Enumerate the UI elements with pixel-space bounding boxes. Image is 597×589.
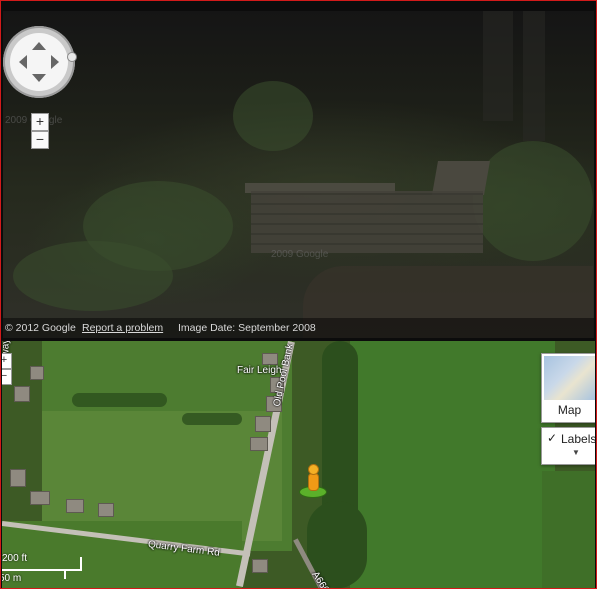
scale-meters: 50 m (2, 573, 22, 584)
chevron-down-icon[interactable]: ▼ (572, 448, 580, 457)
pegman-icon[interactable] (299, 464, 327, 498)
tree-trunk (483, 11, 513, 121)
building (30, 491, 50, 505)
field (542, 471, 595, 588)
street-view-zoom-out-button[interactable]: − (31, 131, 49, 149)
building (98, 503, 114, 517)
map-panel[interactable]: Old Pool Bank Fair Leigh Quarry Farm Rd … (2, 341, 595, 588)
map-type-label: Map (557, 403, 582, 417)
undergrowth (13, 241, 173, 311)
window-frame: 2009 Google 2009 Google + − © 2012 Googl… (0, 0, 597, 589)
street-view-zoom-in-button[interactable]: + (31, 113, 49, 131)
fern-foliage (233, 81, 313, 151)
copyright-text: © 2012 Google (5, 322, 76, 334)
checkmark-icon[interactable]: ✓ (547, 431, 557, 445)
building (255, 416, 271, 432)
hedge (182, 413, 242, 425)
pan-left-icon[interactable] (19, 55, 27, 69)
building (66, 499, 84, 513)
place-label-fair-leigh: Fair Leigh (237, 365, 282, 376)
hedge (72, 393, 167, 407)
street-view-panel[interactable]: 2009 Google 2009 Google + − © 2012 Googl… (3, 11, 594, 338)
map-scale: 200 ft 50 m (2, 551, 102, 587)
stone-wall (245, 161, 490, 253)
tree-trunk (523, 11, 545, 141)
map-zoom-out-button[interactable]: − (2, 369, 12, 385)
watermark: 2009 Google (271, 249, 329, 260)
pan-up-icon[interactable] (32, 42, 46, 50)
image-date-text: Image Date: September 2008 (178, 322, 316, 334)
map-thumbnail-icon (544, 356, 595, 400)
rotate-handle-icon[interactable] (67, 52, 77, 62)
pan-down-icon[interactable] (32, 74, 46, 82)
map-zoom-in-button[interactable]: + (2, 353, 12, 369)
street-view-footer: © 2012 Google Report a problem Image Dat… (3, 318, 594, 338)
report-problem-link[interactable]: Report a problem (82, 322, 163, 334)
building (30, 366, 44, 380)
map-type-button[interactable]: Map (541, 353, 595, 423)
building (252, 559, 268, 573)
pan-control-icon[interactable] (10, 33, 68, 91)
pan-control[interactable] (3, 26, 77, 98)
building (14, 386, 30, 402)
labels-toggle[interactable]: ✓ Labels ▼ (541, 427, 595, 465)
building (262, 353, 278, 365)
labels-label: Labels (561, 432, 595, 446)
building (250, 437, 268, 451)
building (10, 469, 26, 487)
pan-right-icon[interactable] (51, 55, 59, 69)
undergrowth (473, 141, 593, 261)
scale-feet: 200 ft (2, 553, 28, 564)
field (350, 341, 555, 588)
